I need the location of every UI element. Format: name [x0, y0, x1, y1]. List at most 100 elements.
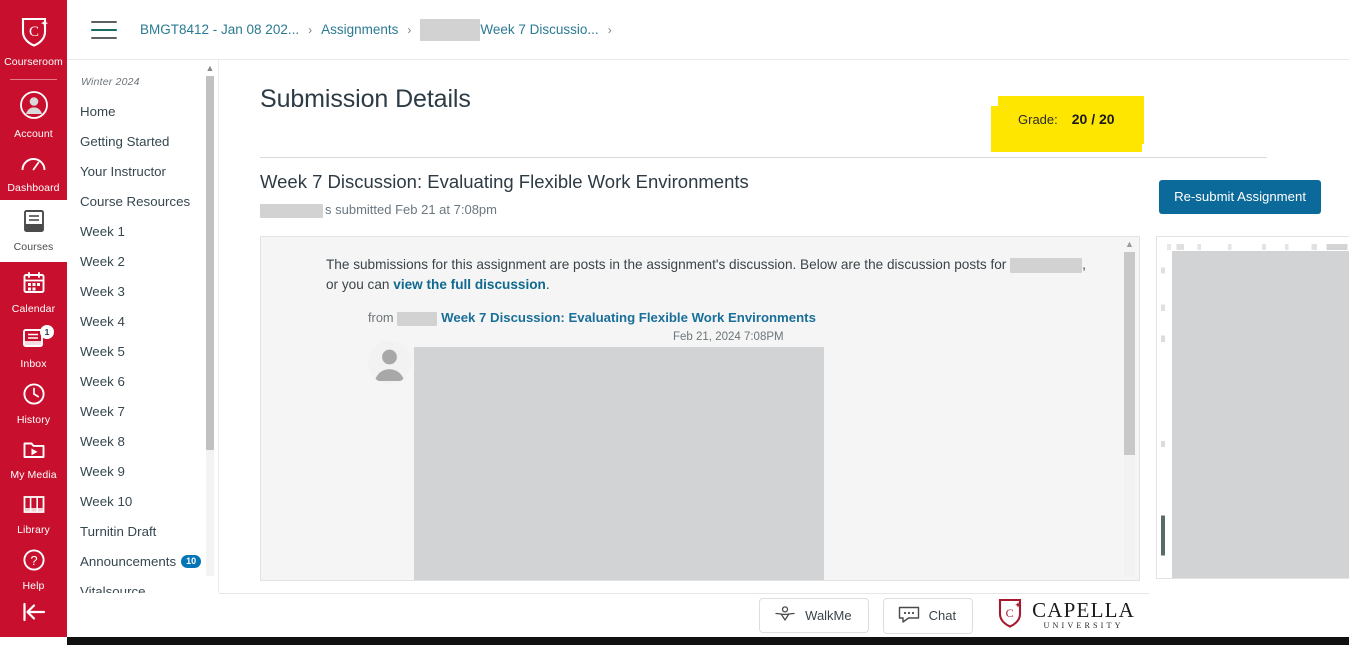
capella-wordmark: CAPELLA UNIVERSITY [1032, 598, 1135, 631]
hamburger-menu-icon[interactable] [91, 20, 117, 39]
chat-bubble-icon [898, 606, 920, 626]
course-nav-item-week-5[interactable]: Week 5 [67, 336, 218, 366]
submitted-text: s submitted Feb 21 at 7:08pm [325, 202, 497, 217]
course-nav-item-week-3[interactable]: Week 3 [67, 276, 218, 306]
course-nav-item-vitalsource[interactable]: Vitalsource [67, 576, 218, 594]
assignment-title: Week 7 Discussion: Evaluating Flexible W… [260, 171, 749, 192]
resubmit-assignment-button[interactable]: Re-submit Assignment [1159, 180, 1321, 214]
obscured-margin-marks [1161, 255, 1165, 565]
view-full-discussion-link[interactable]: view the full discussion [393, 277, 546, 292]
capella-shield-icon: C [997, 598, 1024, 633]
rail-item-inbox[interactable]: 1 Inbox [0, 321, 67, 376]
redaction-block [1010, 257, 1083, 273]
course-nav-item-week-2[interactable]: Week 2 [67, 246, 218, 276]
document-preview-pane [1156, 236, 1349, 579]
discussion-post-title-link[interactable]: Week 7 Discussion: Evaluating Flexible W… [441, 310, 816, 325]
rail-item-my-media[interactable]: My Media [0, 432, 67, 487]
rail-label: Inbox [20, 358, 47, 370]
app-window: C Courseroom Account Dashboard Courses C… [0, 0, 1349, 645]
svg-text:C: C [28, 24, 38, 40]
breadcrumb-bar: BMGT8412 - Jan 08 202... › Assignments ›… [67, 0, 1349, 60]
walkme-label: WalkMe [805, 608, 852, 623]
scrollbar-thumb[interactable] [206, 76, 214, 450]
course-nav-item-week-1[interactable]: Week 1 [67, 216, 218, 246]
redaction-block [420, 18, 481, 41]
speedometer-icon [20, 152, 47, 179]
course-nav-item-week-10[interactable]: Week 10 [67, 486, 218, 516]
course-term-label: Winter 2024 [81, 76, 140, 88]
rail-label: Help [22, 580, 45, 592]
capella-subtitle: UNIVERSITY [1043, 621, 1124, 630]
hamburger-line [91, 20, 117, 23]
scroll-up-arrow-icon[interactable]: ▲ [1124, 240, 1135, 250]
rail-label: Courses [13, 241, 54, 253]
breadcrumb-separator: › [407, 22, 412, 37]
course-nav-item-label: Announcements [80, 553, 177, 569]
course-nav-item-course-resources[interactable]: Course Resources [67, 186, 218, 216]
capella-logo: C CAPELLA UNIVERSITY [987, 598, 1135, 633]
book-icon [21, 209, 47, 238]
course-nav-item-your-instructor[interactable]: Your Instructor [67, 156, 218, 186]
breadcrumb-item-course[interactable]: BMGT8412 - Jan 08 202... [140, 22, 299, 37]
rail-item-dashboard[interactable]: Dashboard [0, 146, 67, 200]
redaction-block [260, 203, 323, 218]
page-footer: WalkMe Chat C CAPELLA UNIVERSITY [219, 593, 1149, 637]
intro-part-3: . [545, 276, 550, 292]
rail-item-library[interactable]: Library [0, 487, 67, 542]
redaction-block [397, 311, 438, 326]
rail-item-help[interactable]: ? Help [0, 542, 67, 598]
rail-item-history[interactable]: History [0, 376, 67, 432]
course-nav-item-week-6[interactable]: Week 6 [67, 366, 218, 396]
capella-name: CAPELLA [1032, 598, 1135, 622]
grade-value: 20 / 20 [1071, 111, 1115, 127]
rail-item-courseroom[interactable]: C Courseroom [0, 0, 67, 79]
course-nav-item-getting-started[interactable]: Getting Started [67, 126, 218, 156]
course-nav-scrollbar[interactable]: ▲ [205, 64, 215, 589]
rail-label: Library [17, 524, 50, 536]
walkme-button[interactable]: WalkMe [759, 598, 869, 633]
hamburger-line [91, 28, 117, 31]
breadcrumb: BMGT8412 - Jan 08 202... › Assignments ›… [140, 18, 621, 41]
scroll-up-arrow-icon[interactable]: ▲ [205, 64, 215, 74]
breadcrumb-separator: › [308, 22, 313, 37]
svg-text:?: ? [30, 553, 37, 568]
svg-text:C: C [1006, 606, 1014, 620]
preview-scrollbar[interactable]: ▲ [1123, 240, 1135, 579]
rail-item-courses[interactable]: Courses [0, 200, 67, 262]
collapse-left-arrow-icon [19, 600, 49, 629]
question-circle-icon: ? [21, 548, 47, 577]
course-nav-item-announcements[interactable]: Announcements 10 [67, 546, 218, 576]
rail-collapse-button[interactable] [0, 600, 67, 637]
rail-item-account[interactable]: Account [0, 80, 67, 146]
course-nav-item-turnitin-draft[interactable]: Turnitin Draft [67, 516, 218, 546]
chat-button[interactable]: Chat [882, 597, 974, 634]
course-nav-item-week-8[interactable]: Week 8 [67, 426, 218, 456]
course-nav-item-week-9[interactable]: Week 9 [67, 456, 218, 486]
inbox-unread-badge: 1 [40, 325, 54, 339]
discussion-post-header: from Week 7 Discussion: Evaluating Flexi… [368, 310, 1099, 326]
grade-label: Grade: [1018, 112, 1058, 127]
rail-label: Account [14, 128, 53, 140]
bottom-bar-left-gap [0, 637, 67, 645]
page-title: Submission Details [260, 85, 471, 113]
rail-item-calendar[interactable]: Calendar [0, 262, 67, 321]
course-nav-item-week-4[interactable]: Week 4 [67, 306, 218, 336]
breadcrumb-item-week7[interactable]: Week 7 Discussio... [480, 22, 598, 37]
walkme-icon [774, 606, 796, 625]
hamburger-line [91, 36, 117, 39]
rail-label: My Media [10, 469, 57, 481]
grade-text: Grade: 20 / 20 [1018, 111, 1115, 127]
from-label: from [368, 310, 394, 325]
submission-meta: s submitted Feb 21 at 7:08pm [260, 202, 497, 218]
scrollbar-thumb[interactable] [1124, 252, 1135, 455]
intro-part-1: The submissions for this assignment are … [326, 257, 1011, 272]
course-nav-item-week-7[interactable]: Week 7 [67, 396, 218, 426]
default-user-avatar-icon [368, 341, 411, 384]
browser-bottom-bar [0, 637, 1349, 645]
redaction-block [1172, 251, 1349, 578]
breadcrumb-item-assignments[interactable]: Assignments [321, 22, 398, 37]
announcements-count-badge: 10 [181, 554, 202, 568]
course-nav-item-home[interactable]: Home [67, 96, 218, 126]
chat-label: Chat [928, 608, 957, 623]
discussion-post-date: Feb 21, 2024 7:08PM [673, 330, 784, 343]
